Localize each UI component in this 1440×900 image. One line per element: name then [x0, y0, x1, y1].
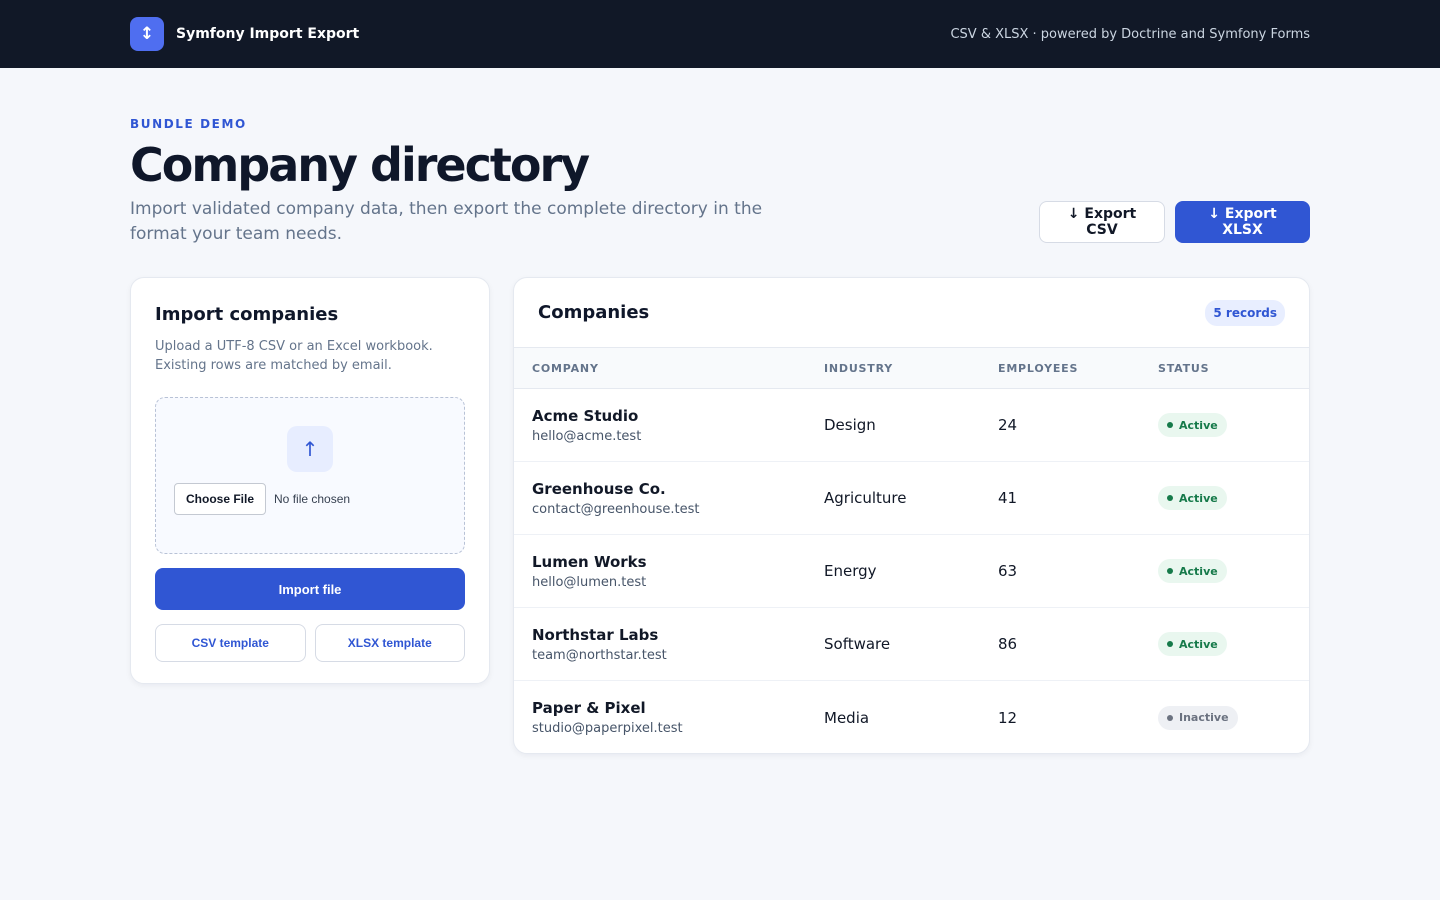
industry-cell: Media [824, 708, 870, 727]
template-links: CSV template XLSX template [155, 624, 465, 662]
company-name: Paper & Pixel [532, 699, 646, 717]
companies-title: Companies [538, 302, 650, 323]
employees-cell: 86 [998, 635, 1018, 653]
status-dot-icon [1167, 568, 1173, 574]
company-name: Lumen Works [532, 552, 647, 571]
export-csv-button[interactable]: ↓ Export CSV [1039, 201, 1165, 243]
status-cell: Active [1158, 486, 1291, 510]
company-email: hello@acme.test [532, 428, 642, 444]
company-cell: Northstar Labs team@northstar.test [532, 626, 824, 663]
status-badge: Inactive [1158, 705, 1238, 730]
content-grid: Import companies Upload a UTF-8 CSV or a… [130, 277, 1310, 754]
status-badge: Active [1158, 413, 1227, 437]
company-cell: Acme Studio hello@acme.test [532, 407, 824, 444]
company-name: Acme Studio [532, 406, 639, 425]
employees-cell: 24 [998, 416, 1018, 434]
arrows-up-down-icon: ↕ [130, 17, 164, 51]
status-label: Active [1179, 418, 1218, 432]
status-label: Active [1179, 564, 1218, 578]
company-email: team@northstar.test [532, 647, 667, 663]
companies-panel: Companies 5 records COMPANY INDUSTRY EMP… [513, 277, 1310, 754]
status-label: Active [1179, 491, 1218, 505]
company-cell: Lumen Works hello@lumen.test [532, 553, 824, 590]
industry-cell: Design [824, 416, 876, 434]
table-row[interactable]: Greenhouse Co. contact@greenhouse.test A… [514, 462, 1309, 535]
company-email: studio@paperpixel.test [532, 721, 683, 736]
eyebrow: BUNDLE DEMO [130, 117, 247, 131]
csv-template-button[interactable]: CSV template [155, 624, 306, 662]
status-cell: Active [1158, 413, 1291, 437]
column-header-industry[interactable]: INDUSTRY [824, 362, 998, 375]
file-input[interactable]: Choose File No file chosen [174, 483, 350, 515]
file-status: No file chosen [274, 492, 351, 506]
records-count-badge: 5 records [1205, 299, 1285, 326]
column-header-employees[interactable]: EMPLOYEES [998, 362, 1158, 375]
table-row[interactable]: Northstar Labs team@northstar.test Softw… [514, 608, 1309, 681]
column-header-company[interactable]: COMPANY [532, 362, 824, 375]
export-xlsx-button[interactable]: ↓ Export XLSX [1175, 201, 1310, 243]
page-title: Company directory [130, 138, 590, 192]
table-row[interactable]: Acme Studio hello@acme.test Design 24 Ac… [514, 389, 1309, 462]
brand-name: Symfony Import Export [176, 26, 360, 42]
status-badge: Active [1158, 486, 1227, 510]
company-email: hello@lumen.test [532, 574, 647, 590]
upload-arrow-icon: ↑ [287, 426, 333, 472]
import-description: Upload a UTF-8 CSV or an Excel workbook.… [155, 339, 433, 373]
status-dot-icon [1167, 495, 1173, 501]
industry-cell: Agriculture [824, 489, 907, 507]
industry-cell: Software [824, 635, 891, 653]
employees-cell: 63 [998, 562, 1018, 580]
table-row[interactable]: Paper & Pixel studio@paperpixel.test Med… [514, 681, 1309, 753]
status-cell: Active [1158, 632, 1291, 656]
employees-cell: 12 [998, 708, 1018, 727]
company-cell: Greenhouse Co. contact@greenhouse.test [532, 480, 824, 517]
status-cell: Active [1158, 559, 1291, 583]
page-subtitle: Import validated company data, then expo… [130, 199, 763, 244]
status-cell: Inactive [1158, 705, 1291, 730]
import-panel: Import companies Upload a UTF-8 CSV or a… [130, 277, 490, 684]
xlsx-template-button[interactable]: XLSX template [314, 624, 465, 662]
export-actions: ↓ Export CSV ↓ Export XLSX [1039, 201, 1310, 243]
hero-row: Import validated company data, then expo… [130, 197, 1310, 247]
top-bar: ↕ Symfony Import Export CSV & XLSX · pow… [0, 0, 1440, 68]
table-row[interactable]: Lumen Works hello@lumen.test Energy 63 A… [514, 535, 1309, 608]
file-dropzone[interactable]: ↑ Choose File No file chosen [155, 397, 465, 554]
choose-file-button[interactable]: Choose File [174, 483, 267, 515]
import-file-button[interactable]: Import file [155, 568, 465, 610]
companies-header: Companies 5 records [514, 278, 1309, 348]
main-content: BUNDLE DEMO Company directory Import val… [0, 68, 1440, 754]
company-cell: Paper & Pixel studio@paperpixel.test [532, 699, 824, 736]
header-meta: CSV & XLSX · powered by Doctrine and Sym… [950, 26, 1310, 42]
company-name: Greenhouse Co. [532, 479, 666, 498]
status-dot-icon [1167, 641, 1173, 647]
status-label: Inactive [1179, 711, 1229, 724]
status-dot-icon [1167, 422, 1173, 428]
industry-cell: Energy [824, 562, 877, 580]
status-badge: Active [1158, 559, 1227, 583]
brand[interactable]: ↕ Symfony Import Export [130, 17, 359, 51]
import-title: Import companies [155, 304, 339, 325]
status-badge: Active [1158, 632, 1227, 656]
status-dot-icon [1167, 714, 1173, 721]
company-email: contact@greenhouse.test [532, 501, 700, 517]
table-header: COMPANY INDUSTRY EMPLOYEES STATUS [514, 348, 1309, 389]
column-header-status[interactable]: STATUS [1158, 362, 1291, 375]
employees-cell: 41 [998, 489, 1018, 507]
status-label: Active [1179, 637, 1218, 651]
company-name: Northstar Labs [532, 625, 659, 644]
